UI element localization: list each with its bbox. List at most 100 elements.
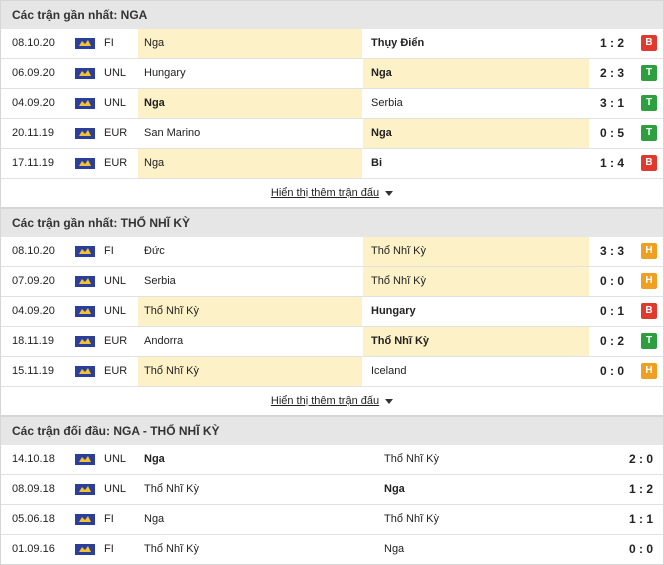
match-date: 17.11.19	[12, 157, 55, 169]
score: 1 : 2	[599, 36, 624, 50]
match-row[interactable]: 07.09.20 UNL Serbia Thổ Nhĩ Kỳ 0 : 0 H	[1, 267, 663, 297]
section-title: Các trận đối đầu: NGA - THỔ NHĨ KỲ	[1, 416, 663, 445]
result-badge: T	[641, 65, 657, 81]
caret-down-icon[interactable]	[385, 398, 394, 404]
match-row[interactable]: 08.10.20 FI Đức Thổ Nhĩ Kỳ 3 : 3 H	[1, 237, 663, 267]
away-team[interactable]: Nga	[384, 535, 584, 564]
head-to-head: Các trận đối đầu: NGA - THỔ NHĨ KỲ 14.10…	[0, 416, 664, 565]
competition: FI	[104, 37, 114, 49]
show-more: Hiển thị thêm trận đấu	[1, 386, 663, 415]
score: 2 : 3	[599, 66, 624, 80]
competition: FI	[104, 543, 114, 555]
score: 0 : 1	[599, 304, 624, 318]
match-row[interactable]: 20.11.19 EUR San Marino Nga 0 : 5 T	[1, 119, 663, 149]
home-team[interactable]: Andorra	[138, 327, 362, 356]
home-team[interactable]: Hungary	[138, 59, 362, 88]
match-date: 01.09.16	[12, 543, 55, 555]
competition-flag-icon	[75, 336, 95, 347]
home-team[interactable]: San Marino	[138, 119, 362, 148]
match-date: 14.10.18	[12, 453, 55, 465]
caret-down-icon[interactable]	[385, 190, 394, 196]
match-date: 08.10.20	[12, 245, 55, 257]
match-date: 04.09.20	[12, 305, 55, 317]
away-team[interactable]: Nga	[363, 119, 589, 148]
match-date: 04.09.20	[12, 97, 55, 109]
match-row[interactable]: 05.06.18 FI Nga Thổ Nhĩ Kỳ 1 : 1	[1, 505, 663, 535]
match-date: 07.09.20	[12, 275, 55, 287]
away-team[interactable]: Bi	[363, 149, 589, 178]
score: 1 : 2	[628, 482, 653, 496]
recent-matches-turkey: Các trận gần nhất: THỔ NHĨ KỲ 08.10.20 FI…	[0, 208, 664, 416]
score: 0 : 0	[599, 274, 624, 288]
match-date: 20.11.19	[12, 127, 55, 139]
match-row[interactable]: 06.09.20 UNL Hungary Nga 2 : 3 T	[1, 59, 663, 89]
competition-flag-icon	[75, 514, 95, 525]
result-badge: H	[641, 273, 657, 289]
competition: EUR	[104, 365, 128, 377]
away-team[interactable]: Thổ Nhĩ Kỳ	[384, 445, 584, 474]
show-more-link[interactable]: Hiển thị thêm trận đấu	[271, 395, 379, 407]
competition-flag-icon	[75, 98, 95, 109]
home-team[interactable]: Nga	[138, 89, 362, 118]
competition-flag-icon	[75, 484, 95, 495]
competition-flag-icon	[75, 454, 95, 465]
home-team[interactable]: Thổ Nhĩ Kỳ	[138, 297, 362, 326]
away-team[interactable]: Thổ Nhĩ Kỳ	[363, 237, 589, 266]
competition-flag-icon	[75, 306, 95, 317]
result-badge: B	[641, 303, 657, 319]
score: 1 : 4	[599, 156, 624, 170]
away-team[interactable]: Nga	[384, 475, 584, 504]
score: 3 : 3	[599, 244, 624, 258]
competition: EUR	[104, 157, 128, 169]
match-row[interactable]: 18.11.19 EUR Andorra Thổ Nhĩ Kỳ 0 : 2 T	[1, 327, 663, 357]
result-badge: H	[641, 243, 657, 259]
competition: UNL	[104, 275, 127, 287]
result-badge: T	[641, 95, 657, 111]
home-team[interactable]: Nga	[138, 445, 378, 474]
away-team[interactable]: Thổ Nhĩ Kỳ	[384, 505, 584, 534]
match-row[interactable]: 14.10.18 UNL Nga Thổ Nhĩ Kỳ 2 : 0	[1, 445, 663, 475]
away-team[interactable]: Iceland	[363, 357, 589, 386]
competition: EUR	[104, 127, 128, 139]
competition-flag-icon	[75, 158, 95, 169]
section-title: Các trận gần nhất: NGA	[1, 0, 663, 29]
match-row[interactable]: 08.10.20 FI Nga Thụy Điển 1 : 2 B	[1, 29, 663, 59]
match-date: 18.11.19	[12, 335, 55, 347]
match-date: 15.11.19	[12, 365, 55, 377]
home-team[interactable]: Nga	[138, 149, 362, 178]
home-team[interactable]: Thổ Nhĩ Kỳ	[138, 475, 378, 504]
match-row[interactable]: 04.09.20 UNL Thổ Nhĩ Kỳ Hungary 0 : 1 B	[1, 297, 663, 327]
competition: UNL	[104, 483, 127, 495]
match-row[interactable]: 01.09.16 FI Thổ Nhĩ Kỳ Nga 0 : 0	[1, 535, 663, 564]
away-team[interactable]: Nga	[363, 59, 589, 88]
competition-flag-icon	[75, 68, 95, 79]
away-team[interactable]: Thổ Nhĩ Kỳ	[363, 267, 589, 296]
home-team[interactable]: Nga	[138, 29, 362, 58]
competition: FI	[104, 513, 114, 525]
result-badge: B	[641, 155, 657, 171]
score: 0 : 2	[599, 334, 624, 348]
away-team[interactable]: Thụy Điển	[363, 29, 589, 58]
show-more-link[interactable]: Hiển thị thêm trận đấu	[271, 187, 379, 199]
score: 0 : 0	[628, 542, 653, 556]
away-team[interactable]: Serbia	[363, 89, 589, 118]
match-row[interactable]: 04.09.20 UNL Nga Serbia 3 : 1 T	[1, 89, 663, 119]
match-row[interactable]: 17.11.19 EUR Nga Bi 1 : 4 B	[1, 149, 663, 178]
score: 0 : 0	[599, 364, 624, 378]
home-team[interactable]: Serbia	[138, 267, 362, 296]
home-team[interactable]: Nga	[138, 505, 378, 534]
competition: UNL	[104, 453, 127, 465]
home-team[interactable]: Đức	[138, 237, 362, 266]
score: 3 : 1	[599, 96, 624, 110]
match-row[interactable]: 15.11.19 EUR Thổ Nhĩ Kỳ Iceland 0 : 0 H	[1, 357, 663, 386]
away-team[interactable]: Thổ Nhĩ Kỳ	[363, 327, 589, 356]
away-team[interactable]: Hungary	[363, 297, 589, 326]
competition: UNL	[104, 67, 127, 79]
score: 0 : 5	[599, 126, 624, 140]
match-row[interactable]: 08.09.18 UNL Thổ Nhĩ Kỳ Nga 1 : 2	[1, 475, 663, 505]
result-badge: B	[641, 35, 657, 51]
competition-flag-icon	[75, 366, 95, 377]
home-team[interactable]: Thổ Nhĩ Kỳ	[138, 535, 378, 564]
home-team[interactable]: Thổ Nhĩ Kỳ	[138, 357, 362, 386]
result-badge: T	[641, 333, 657, 349]
